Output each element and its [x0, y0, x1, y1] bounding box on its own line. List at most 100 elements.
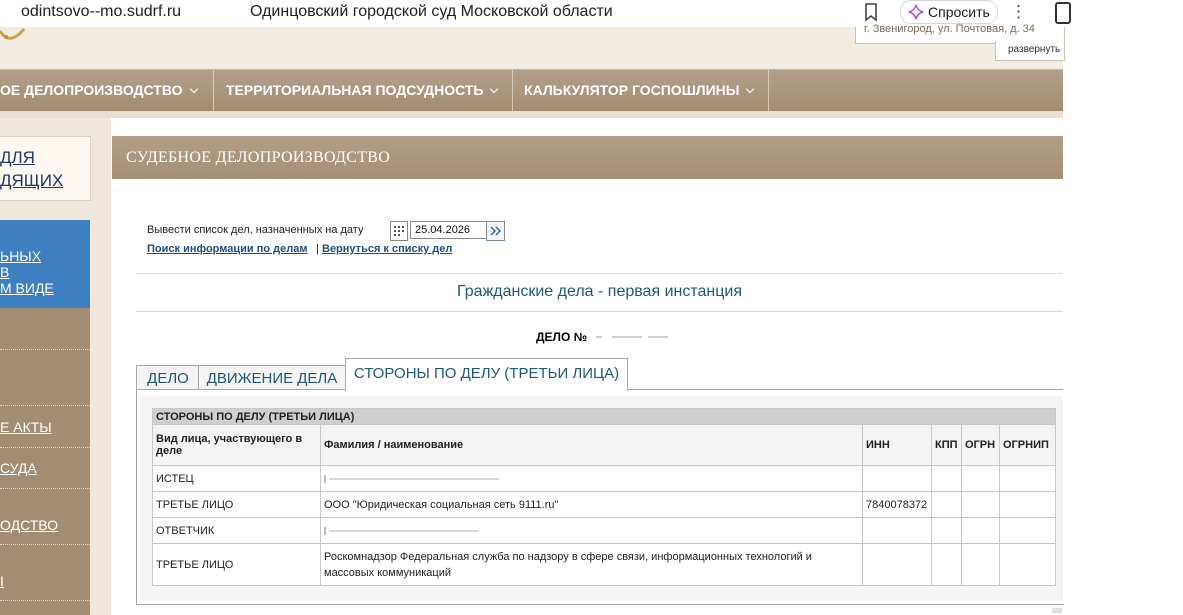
party-ogrn: [961, 543, 1000, 586]
chevron-down-icon: [189, 84, 198, 94]
ask-button-label: Спросить: [928, 4, 990, 20]
party-name-redacted: [320, 465, 863, 492]
more-menu-icon[interactable]: ⋮: [1010, 2, 1027, 22]
section-title: СУДЕБНОЕ ДЕЛОПРОИЗВОДСТВО: [126, 149, 391, 166]
expand-address-button[interactable]: развернуть: [995, 41, 1065, 61]
browser-page-title: Одинцовский городской суд Московской обл…: [250, 3, 613, 20]
sidebar-divider: [0, 544, 90, 545]
tab-case-movement[interactable]: ДВИЖЕНИЕ ДЕЛА: [198, 365, 346, 391]
nav-item-label: КАЛЬКУЛЯТОР ГОСПОШЛИНЫ: [524, 82, 740, 98]
date-input[interactable]: [410, 221, 490, 239]
column-header: КПП: [931, 424, 962, 466]
divider: [136, 273, 1063, 274]
back-to-list-link[interactable]: Вернуться к списку дел: [322, 243, 452, 255]
nav-item-label: ОЕ ДЕЛОПРОИЗВОДСТВО: [0, 82, 183, 98]
party-ogrn: [961, 465, 1000, 492]
header-strip: [0, 111, 1063, 118]
column-header: ИНН: [862, 424, 932, 466]
sidebar-divider: [0, 488, 90, 489]
sparkle-icon: [908, 4, 924, 25]
main-navigation: ОЕ ДЕЛОПРОИЗВОДСТВО ТЕРРИТОРИАЛЬНАЯ ПОДС…: [0, 69, 1063, 112]
sidebar-item-label: I: [0, 573, 4, 589]
column-header: Фамилия / наименование: [320, 424, 863, 466]
party-role: ТРЕТЬЕ ЛИЦО: [152, 543, 321, 586]
column-header: Вид лица, участвующего в деле: [152, 424, 321, 466]
party-name: Роскомнадзор Федеральная служба по надзо…: [320, 543, 863, 586]
table-row: ТРЕТЬЕ ЛИЦО ООО "Юридическая социальная …: [152, 491, 1057, 518]
nav-divider: [768, 70, 769, 111]
party-inn: [862, 465, 932, 492]
scrollbar-corner[interactable]: [1052, 608, 1062, 613]
party-inn: [862, 543, 932, 586]
table-row: ИСТЕЦ: [152, 465, 1057, 492]
parties-table: СТОРОНЫ ПО ДЕЛУ (ТРЕТЬИ ЛИЦА) Вид лица, …: [151, 408, 1057, 586]
sidebar-divider: [0, 405, 90, 406]
party-kpp: [931, 491, 962, 518]
party-kpp: [931, 517, 962, 544]
case-number-label: ДЕЛО №: [536, 330, 588, 344]
sidebar-banner-line2[interactable]: В: [0, 264, 9, 280]
divider: [136, 311, 1063, 312]
nav-item-case-management[interactable]: ОЕ ДЕЛОПРОИЗВОДСТВО: [0, 70, 198, 111]
table-row: ОТВЕТЧИК: [152, 517, 1057, 544]
party-ogrnip: [998, 517, 1057, 544]
sidebar-visitors-link-line1[interactable]: ДЛЯ: [0, 148, 35, 168]
table-row: ТРЕТЬЕ ЛИЦО Роскомнадзор Федеральная слу…: [152, 543, 1057, 586]
sidebar-divider: [0, 349, 90, 350]
tab-parties[interactable]: СТОРОНЫ ПО ДЕЛУ (ТРЕТЬИ ЛИЦА): [345, 358, 628, 391]
party-name: ООО "Юридическая социальная сеть 9111.ru…: [320, 491, 863, 518]
sidebar-item-label: ОДСТВО: [0, 517, 59, 533]
chevron-down-icon: [490, 84, 499, 94]
link-separator: |: [316, 243, 319, 255]
bookmark-icon[interactable]: [862, 2, 880, 22]
chevron-down-icon: [746, 84, 755, 94]
column-header: ОГРН: [961, 424, 1000, 466]
sidebar-item-proceedings[interactable]: ОДСТВО: [0, 517, 90, 533]
date-submit-button[interactable]: [486, 221, 505, 241]
party-name-redacted: [320, 517, 863, 544]
sidebar-banner-line1[interactable]: ЬНЫХ: [0, 248, 41, 264]
party-role: ТРЕТЬЕ ЛИЦО: [152, 491, 321, 518]
party-role: ИСТЕЦ: [152, 465, 321, 492]
sidebar-divider: [0, 600, 90, 601]
search-cases-link[interactable]: Поиск информации по делам: [147, 243, 307, 255]
sidebar-divider: [0, 447, 90, 448]
sidebar-accessible-banner[interactable]: ЬНЫХ В М ВИДЕ: [0, 220, 90, 308]
party-role: ОТВЕТЧИК: [152, 517, 321, 544]
party-ogrnip: [998, 543, 1057, 586]
sidebar-banner-line3[interactable]: М ВИДЕ: [0, 280, 54, 296]
nav-divider: [213, 70, 214, 111]
section-header: СУДЕБНОЕ ДЕЛОПРОИЗВОДСТВО: [112, 136, 1063, 179]
calendar-icon[interactable]: [390, 221, 408, 241]
sidebar-item-acts[interactable]: Е АКТЫ: [0, 419, 90, 435]
column-header: ОГРНИП: [998, 424, 1057, 466]
sidebar-item-label: Е АКТЫ: [0, 419, 52, 435]
table-caption: СТОРОНЫ ПО ДЕЛУ (ТРЕТЬИ ЛИЦА): [151, 408, 1057, 425]
sidebar-visitors-box[interactable]: ДЛЯ ДЯЩИХ: [0, 136, 91, 201]
party-ogrnip: [998, 491, 1057, 518]
nav-item-label: ТЕРРИТОРИАЛЬНАЯ ПОДСУДНОСТЬ: [226, 82, 484, 98]
date-filter-label: Вывести список дел, назначенных на дату: [147, 224, 364, 236]
extension-icon[interactable]: [1055, 2, 1071, 24]
sidebar-visitors-link-line2[interactable]: ДЯЩИХ: [0, 171, 63, 191]
party-inn: 7840078372: [862, 491, 932, 518]
tab-case[interactable]: ДЕЛО: [136, 365, 200, 391]
address-bar-url[interactable]: odintsovo--mo.sudrf.ru: [21, 3, 181, 21]
emblem-icon: [0, 27, 28, 43]
nav-divider: [512, 70, 513, 111]
party-ogrn: [961, 491, 1000, 518]
case-number-redacted: [594, 330, 674, 344]
party-ogrnip: [998, 465, 1057, 492]
sidebar-item-court[interactable]: СУДА: [0, 460, 90, 476]
party-ogrn: [961, 517, 1000, 544]
party-inn: [862, 517, 932, 544]
sidebar-item-label: СУДА: [0, 460, 37, 476]
nav-item-territorial-jurisdiction[interactable]: ТЕРРИТОРИАЛЬНАЯ ПОДСУДНОСТЬ: [226, 70, 499, 111]
instance-title: Гражданские дела - первая инстанция: [457, 283, 742, 300]
sidebar-item-more[interactable]: I: [0, 573, 90, 589]
nav-item-fee-calculator[interactable]: КАЛЬКУЛЯТОР ГОСПОШЛИНЫ: [524, 70, 755, 111]
expand-address-label: развернуть: [1008, 44, 1061, 55]
double-arrow-right-icon: [490, 226, 502, 236]
sidebar-menu: Е АКТЫ СУДА ОДСТВО I: [0, 308, 90, 615]
ask-button[interactable]: Спросить: [900, 0, 998, 24]
